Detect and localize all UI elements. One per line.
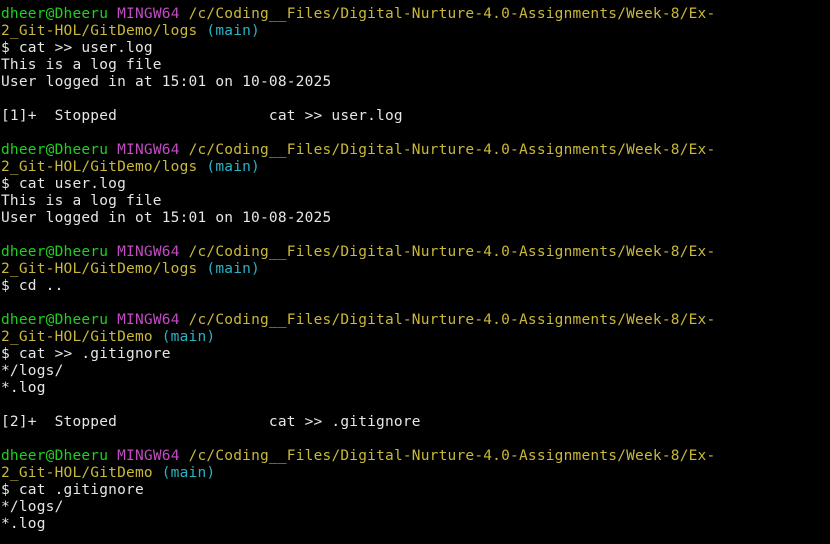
prompt-branch: (main) bbox=[161, 465, 216, 481]
prompt-path: /c/Coding__Files/Digital-Nurture-4.0-Ass… bbox=[188, 312, 716, 328]
prompt-path: /c/Coding__Files/Digital-Nurture-4.0-Ass… bbox=[188, 6, 716, 22]
output-line: */logs/ bbox=[1, 363, 64, 379]
prompt-user: dheer@Dheeru bbox=[1, 448, 109, 464]
command-line: $ cat >> .gitignore bbox=[1, 346, 171, 362]
output-line: *.log bbox=[1, 380, 46, 396]
prompt-user: dheer@Dheeru bbox=[1, 142, 109, 158]
prompt-system: MINGW64 bbox=[117, 142, 180, 158]
output-line: *.log bbox=[1, 516, 46, 532]
prompt-line-cont: 2_Git-HOL/GitDemo/logs (main) bbox=[1, 261, 830, 278]
prompt-system: MINGW64 bbox=[117, 6, 180, 22]
prompt-path-cont: 2_Git-HOL/GitDemo/logs bbox=[1, 23, 198, 39]
prompt-branch: (main) bbox=[161, 329, 216, 345]
prompt-line-cont: 2_Git-HOL/GitDemo/logs (main) bbox=[1, 23, 830, 40]
prompt-path-cont: 2_Git-HOL/GitDemo bbox=[1, 465, 153, 481]
terminal-window[interactable]: dheer@Dheeru MINGW64 /c/Coding__Files/Di… bbox=[0, 0, 830, 544]
prompt-user: dheer@Dheeru bbox=[1, 244, 109, 260]
output-line: */logs/ bbox=[1, 499, 64, 515]
prompt-user: dheer@Dheeru bbox=[1, 312, 109, 328]
prompt-system: MINGW64 bbox=[117, 244, 180, 260]
job-status-line: [2]+ Stopped cat >> .gitignore bbox=[1, 414, 421, 430]
prompt-system: MINGW64 bbox=[117, 448, 180, 464]
prompt-system: MINGW64 bbox=[117, 312, 180, 328]
command-line: $ cat .gitignore bbox=[1, 482, 144, 498]
prompt-branch: (main) bbox=[206, 23, 260, 39]
job-status-line: [1]+ Stopped cat >> user.log bbox=[1, 108, 403, 124]
prompt-path-cont: 2_Git-HOL/GitDemo/logs bbox=[1, 159, 198, 175]
command-line: $ cd .. bbox=[1, 278, 64, 294]
prompt-line: dheer@Dheeru MINGW64 /c/Coding__Files/Di… bbox=[1, 244, 830, 261]
prompt-path-cont: 2_Git-HOL/GitDemo bbox=[1, 329, 153, 345]
output-line: User logged in at 15:01 on 10-08-2025 bbox=[1, 74, 332, 90]
prompt-line: dheer@Dheeru MINGW64 /c/Coding__Files/Di… bbox=[1, 312, 830, 329]
prompt-user: dheer@Dheeru bbox=[1, 6, 109, 22]
prompt-line: dheer@Dheeru MINGW64 /c/Coding__Files/Di… bbox=[1, 6, 830, 23]
prompt-path-cont: 2_Git-HOL/GitDemo/logs bbox=[1, 261, 198, 277]
prompt-branch: (main) bbox=[206, 261, 260, 277]
prompt-line-cont: 2_Git-HOL/GitDemo (main) bbox=[1, 465, 830, 482]
prompt-line-cont: 2_Git-HOL/GitDemo/logs (main) bbox=[1, 159, 830, 176]
prompt-path: /c/Coding__Files/Digital-Nurture-4.0-Ass… bbox=[188, 448, 716, 464]
prompt-path: /c/Coding__Files/Digital-Nurture-4.0-Ass… bbox=[188, 142, 716, 158]
prompt-line-cont: 2_Git-HOL/GitDemo (main) bbox=[1, 329, 830, 346]
output-line: This is a log file bbox=[1, 193, 162, 209]
prompt-line: dheer@Dheeru MINGW64 /c/Coding__Files/Di… bbox=[1, 448, 830, 465]
command-line: $ cat user.log bbox=[1, 176, 127, 192]
command-line: $ cat >> user.log bbox=[1, 40, 153, 56]
prompt-line: dheer@Dheeru MINGW64 /c/Coding__Files/Di… bbox=[1, 142, 830, 159]
output-line: User logged in ot 15:01 on 10-08-2025 bbox=[1, 210, 332, 226]
prompt-branch: (main) bbox=[206, 159, 260, 175]
output-line: This is a log file bbox=[1, 57, 162, 73]
prompt-path: /c/Coding__Files/Digital-Nurture-4.0-Ass… bbox=[188, 244, 716, 260]
